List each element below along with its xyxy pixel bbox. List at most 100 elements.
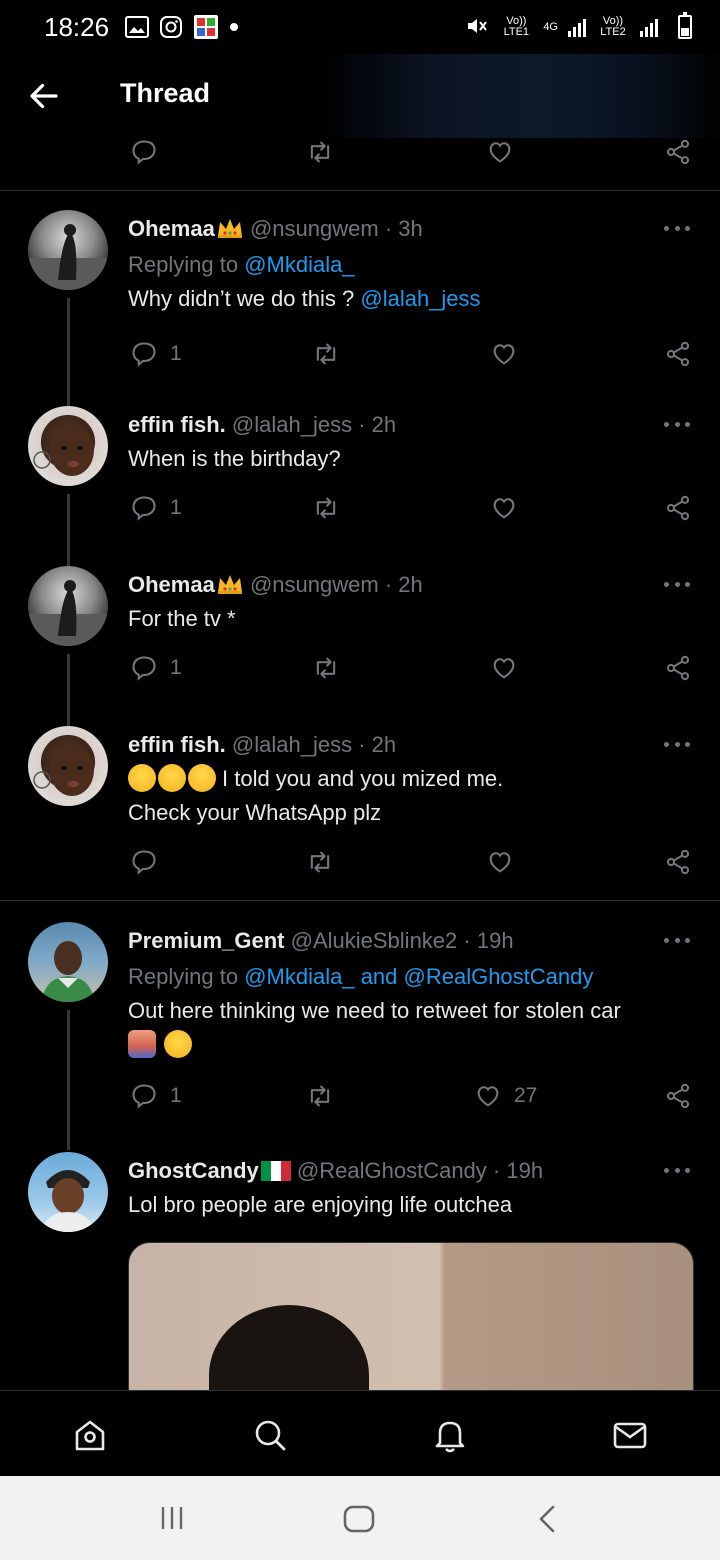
author-name[interactable]: Ohemaa	[128, 216, 215, 241]
like-count: 27	[514, 1084, 538, 1107]
recents-icon[interactable]	[156, 1504, 188, 1532]
tweet-1[interactable]: Ohemaa @nsungwem · 3h Replying to @Mkdia…	[0, 210, 720, 408]
crown-emoji-icon	[217, 219, 242, 238]
share-button[interactable]	[664, 848, 692, 876]
avatar[interactable]	[28, 406, 108, 486]
instagram-notification-icon	[159, 15, 183, 39]
arrow-left-icon[interactable]	[26, 78, 62, 114]
mail-icon[interactable]	[610, 1415, 650, 1455]
reply-button[interactable]	[130, 848, 158, 876]
more-dots-icon[interactable]	[664, 742, 690, 750]
author-name[interactable]: Premium_Gent	[128, 928, 285, 953]
reply-count: 1	[170, 656, 182, 679]
replying-to: Replying to @Mkdiala_	[128, 252, 355, 278]
share-icon	[666, 495, 690, 521]
share-button[interactable]	[664, 654, 692, 682]
tweet-3[interactable]: Ohemaa @nsungwem · 2h For the tv * 1	[0, 566, 720, 726]
reply-button[interactable]: 1	[130, 340, 182, 368]
reply-button[interactable]	[130, 138, 158, 166]
avatar[interactable]	[28, 922, 108, 1002]
tweet-meta: Premium_Gent @AlukieSblinke2 · 19h	[128, 928, 660, 954]
like-button[interactable]	[490, 654, 518, 682]
bell-icon[interactable]	[430, 1415, 470, 1455]
more-dots-icon[interactable]	[664, 1168, 690, 1176]
author-name[interactable]: Ohemaa	[128, 572, 215, 597]
retweet-button[interactable]	[312, 340, 340, 368]
tweet-actions: 1	[0, 494, 720, 534]
search-icon[interactable]	[250, 1415, 290, 1455]
tweet-text: When is the birthday?	[128, 446, 341, 471]
avatar[interactable]	[28, 1152, 108, 1232]
reply-button[interactable]: 1	[130, 654, 182, 682]
thread-feed[interactable]: Ohemaa @nsungwem · 3h Replying to @Mkdia…	[0, 138, 720, 1390]
tweet-text: Lol bro people are enjoying life outchea	[128, 1192, 513, 1217]
home-button-icon[interactable]	[342, 1504, 376, 1534]
avatar[interactable]	[28, 210, 108, 290]
back-icon[interactable]	[534, 1504, 562, 1534]
retweet-button[interactable]	[306, 848, 334, 876]
tweet-body: Out here thinking we need to retweet for…	[128, 998, 621, 1023]
system-navigation-bar	[0, 1476, 720, 1560]
avatar[interactable]	[28, 726, 108, 806]
share-button[interactable]	[664, 340, 692, 368]
share-button[interactable]	[664, 494, 692, 522]
like-button[interactable]	[486, 138, 514, 166]
tweet-2[interactable]: effin fish. @lalah_jess · 2h When is the…	[0, 406, 720, 566]
retweet-button[interactable]	[306, 138, 334, 166]
author-name[interactable]: effin fish.	[128, 412, 226, 437]
replying-to-link[interactable]: @Mkdiala_	[244, 252, 354, 277]
app-notification-icon	[193, 14, 219, 40]
like-button[interactable]: 27	[474, 1082, 537, 1110]
like-button[interactable]	[486, 848, 514, 876]
author-name[interactable]: GhostCandy	[128, 1158, 259, 1183]
speech-bubble-icon	[132, 140, 156, 165]
heart-icon	[477, 1086, 499, 1107]
retweet-button[interactable]	[312, 654, 340, 682]
retweet-button[interactable]	[306, 1082, 334, 1110]
speech-bubble-icon	[132, 850, 156, 875]
more-dots-icon[interactable]	[664, 226, 690, 234]
share-icon	[666, 139, 690, 165]
tweet-5[interactable]: Premium_Gent @AlukieSblinke2 · 19h Reply…	[0, 922, 720, 1150]
like-button[interactable]	[490, 340, 518, 368]
reply-button[interactable]: 1	[130, 1082, 182, 1110]
author-handle[interactable]: @AlukieSblinke2	[291, 928, 458, 953]
share-button[interactable]	[664, 1082, 692, 1110]
retweet-icon	[310, 851, 330, 873]
tweet-media-image[interactable]	[128, 1242, 694, 1390]
mention-link[interactable]: @lalah_jess	[360, 286, 480, 311]
thread-line	[67, 1010, 70, 1150]
share-button[interactable]	[664, 138, 692, 166]
divider	[0, 900, 720, 901]
avatar[interactable]	[28, 566, 108, 646]
retweet-icon	[310, 1085, 330, 1107]
retweet-icon	[316, 497, 336, 519]
author-handle[interactable]: @nsungwem	[250, 572, 379, 597]
home-icon[interactable]	[70, 1415, 110, 1455]
tweet-meta: GhostCandy @RealGhostCandy · 19h	[128, 1158, 660, 1184]
reply-count: 1	[170, 496, 182, 519]
tweet-6[interactable]: GhostCandy @RealGhostCandy · 19h Lol bro…	[0, 1152, 720, 1390]
author-name[interactable]: effin fish.	[128, 732, 226, 757]
more-dots-icon[interactable]	[664, 938, 690, 946]
replying-to-link[interactable]: @Mkdiala_ and @RealGhostCandy	[244, 964, 593, 989]
author-handle[interactable]: @lalah_jess	[232, 412, 352, 437]
reply-button[interactable]: 1	[130, 494, 182, 522]
thread-header: Thread	[0, 54, 720, 138]
speech-bubble-icon	[132, 496, 156, 521]
heart-icon	[489, 852, 511, 873]
page-title: Thread	[120, 78, 211, 108]
tweet-text: Why didn’t we do this ? @lalah_jess	[128, 282, 680, 316]
author-handle[interactable]: @nsungwem	[250, 216, 379, 241]
tweet-4[interactable]: effin fish. @lalah_jess · 2h I told you …	[0, 726, 720, 896]
author-handle[interactable]: @RealGhostCandy	[297, 1158, 487, 1183]
author-handle[interactable]: @lalah_jess	[232, 732, 352, 757]
more-dots-icon[interactable]	[664, 582, 690, 590]
tweet-text: I told you and you mized me. Check your …	[128, 762, 680, 830]
like-button[interactable]	[490, 494, 518, 522]
share-icon	[666, 655, 690, 681]
more-dots-icon[interactable]	[664, 422, 690, 430]
retweet-button[interactable]	[312, 494, 340, 522]
sim1-label: Vo)) LTE1	[503, 15, 530, 38]
laughing-emoji-icon	[128, 764, 156, 792]
